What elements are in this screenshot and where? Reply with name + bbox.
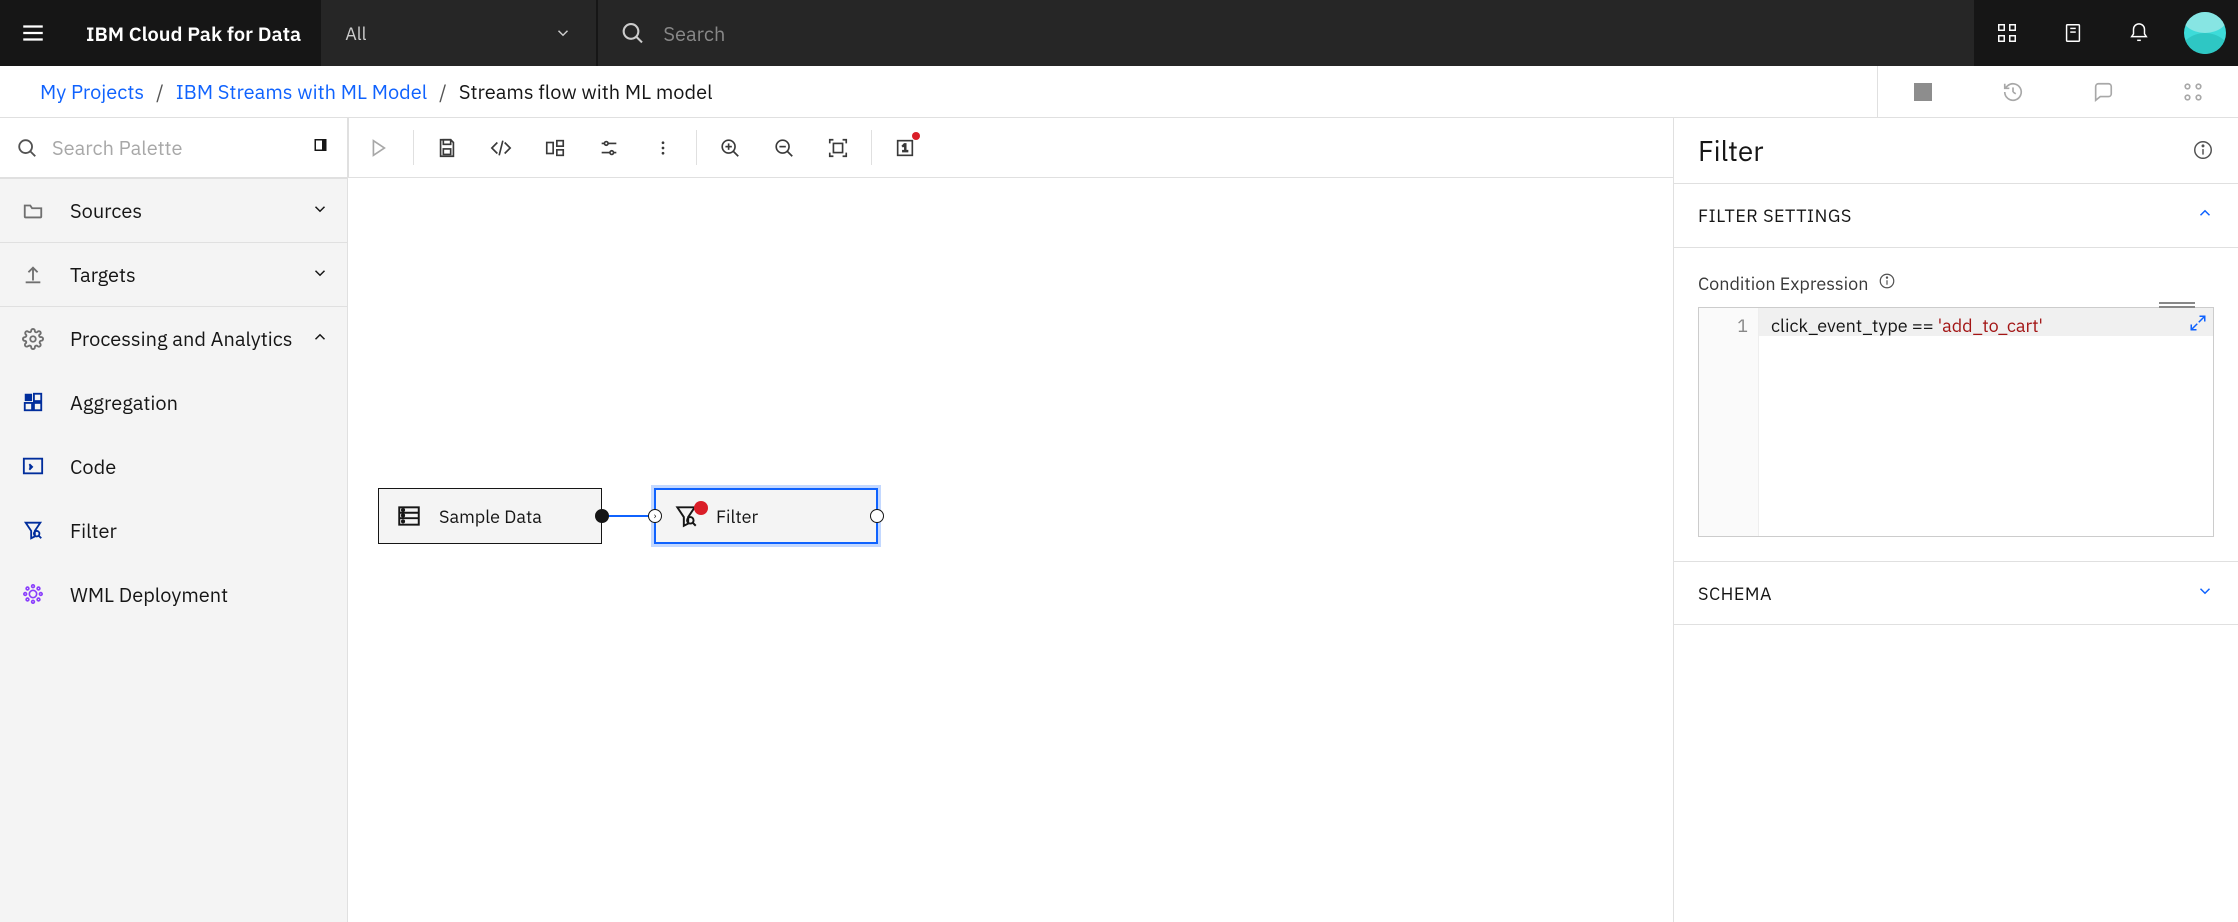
palette-search-input[interactable] [52, 134, 313, 161]
palette-category-targets[interactable]: Targets [0, 242, 347, 306]
chevron-up-icon [311, 325, 329, 352]
datasource-icon [393, 503, 425, 529]
resize-handle[interactable] [2159, 302, 2195, 310]
node-label: Filter [716, 505, 758, 528]
line-gutter: 1 [1699, 308, 1759, 536]
code-view-button[interactable] [474, 118, 528, 177]
expand-editor-icon[interactable] [2189, 314, 2207, 337]
palette-item-code[interactable]: Code [0, 434, 347, 498]
filter-icon [18, 519, 48, 541]
stop-icon [1914, 83, 1932, 101]
search-icon [620, 20, 645, 46]
folder-icon [18, 200, 48, 222]
chevron-up-icon [2196, 204, 2214, 227]
zoom-out-button[interactable] [757, 118, 811, 177]
save-button[interactable] [420, 118, 474, 177]
wml-icon [18, 583, 48, 605]
palette-category-label: Processing and Analytics [70, 325, 293, 352]
scope-dropdown[interactable]: All [321, 0, 596, 66]
section-filter-settings[interactable]: FILTER SETTINGS [1674, 184, 2238, 248]
canvas-toolbar: 1 [348, 118, 1673, 178]
code-icon [18, 455, 48, 477]
palette-category-sources[interactable]: Sources [0, 178, 347, 242]
info-icon[interactable] [2192, 132, 2214, 169]
catalog-icon[interactable] [2040, 0, 2106, 66]
breadcrumb-sep: / [439, 78, 447, 105]
palette-category-label: Sources [70, 197, 142, 224]
section-heading: FILTER SETTINGS [1698, 204, 1852, 227]
filter-icon [670, 503, 702, 529]
aggregation-icon [18, 391, 48, 413]
chevron-down-icon [2196, 582, 2214, 605]
apps-switcher-icon[interactable] [1974, 0, 2040, 66]
flow-canvas[interactable]: Sample Data Filter › [348, 178, 1673, 922]
global-search[interactable] [598, 0, 1974, 66]
hamburger-menu[interactable] [0, 0, 66, 66]
palette-item-filter[interactable]: Filter [0, 498, 347, 562]
search-input[interactable] [663, 20, 1952, 47]
history-icon[interactable] [1968, 66, 2058, 117]
user-avatar[interactable] [2172, 0, 2238, 66]
palette-item-aggregation[interactable]: Aggregation [0, 370, 347, 434]
section-schema[interactable]: SCHEMA [1674, 561, 2238, 625]
chevron-down-icon [554, 24, 572, 42]
info-icon[interactable] [1878, 272, 1896, 295]
output-port[interactable] [870, 509, 884, 523]
settings-button[interactable] [582, 118, 636, 177]
avatar-icon [2184, 12, 2226, 54]
output-port[interactable] [595, 509, 609, 523]
fit-view-button[interactable] [811, 118, 865, 177]
breadcrumb: My Projects / IBM Streams with ML Model … [40, 78, 713, 105]
palette-item-label: Code [70, 453, 116, 480]
code-line[interactable]: click_event_type == 'add_to_cart' [1759, 308, 2213, 336]
palette-category-label: Targets [70, 261, 136, 288]
upload-icon [18, 264, 48, 286]
overflow-menu[interactable] [636, 118, 690, 177]
chevron-down-icon [311, 197, 329, 224]
layout-button[interactable] [528, 118, 582, 177]
stop-button[interactable] [1878, 66, 1968, 117]
condition-label: Condition Expression [1698, 272, 1868, 295]
palette-panel: Sources Targets Processing and Analytics [0, 118, 348, 922]
node-filter[interactable]: Filter › [654, 488, 878, 544]
search-icon [16, 137, 38, 159]
collapse-palette-icon[interactable] [313, 136, 331, 159]
palette-item-label: WML Deployment [70, 581, 228, 608]
node-label: Sample Data [439, 505, 542, 528]
svg-text:1: 1 [902, 141, 908, 154]
notifications-icon[interactable] [2106, 0, 2172, 66]
node-sample-data[interactable]: Sample Data [378, 488, 602, 544]
breadcrumb-sep: / [156, 78, 164, 105]
notifications-toggle[interactable]: 1 [878, 118, 932, 177]
run-button[interactable] [349, 118, 407, 177]
zoom-in-button[interactable] [703, 118, 757, 177]
palette-item-wml[interactable]: WML Deployment [0, 562, 347, 626]
panel-title: Filter [1698, 132, 1764, 169]
brand-title: IBM Cloud Pak for Data [66, 20, 321, 47]
nodes-icon[interactable] [2148, 66, 2238, 117]
comments-icon[interactable] [2058, 66, 2148, 117]
error-indicator-icon [694, 501, 708, 515]
properties-panel: Filter FILTER SETTINGS Condition Express… [1673, 118, 2238, 922]
section-heading: SCHEMA [1698, 582, 1772, 605]
breadcrumb-project[interactable]: IBM Streams with ML Model [176, 78, 427, 105]
chevron-down-icon [311, 261, 329, 288]
palette-item-label: Filter [70, 517, 117, 544]
palette-item-label: Aggregation [70, 389, 178, 416]
gear-icon [18, 328, 48, 350]
scope-dropdown-label: All [345, 22, 366, 45]
breadcrumb-my-projects[interactable]: My Projects [40, 78, 144, 105]
breadcrumb-current: Streams flow with ML model [459, 78, 713, 105]
palette-category-processing[interactable]: Processing and Analytics [0, 306, 347, 370]
condition-editor[interactable]: 1 click_event_type == 'add_to_cart' [1698, 307, 2214, 537]
input-port[interactable]: › [648, 509, 662, 523]
